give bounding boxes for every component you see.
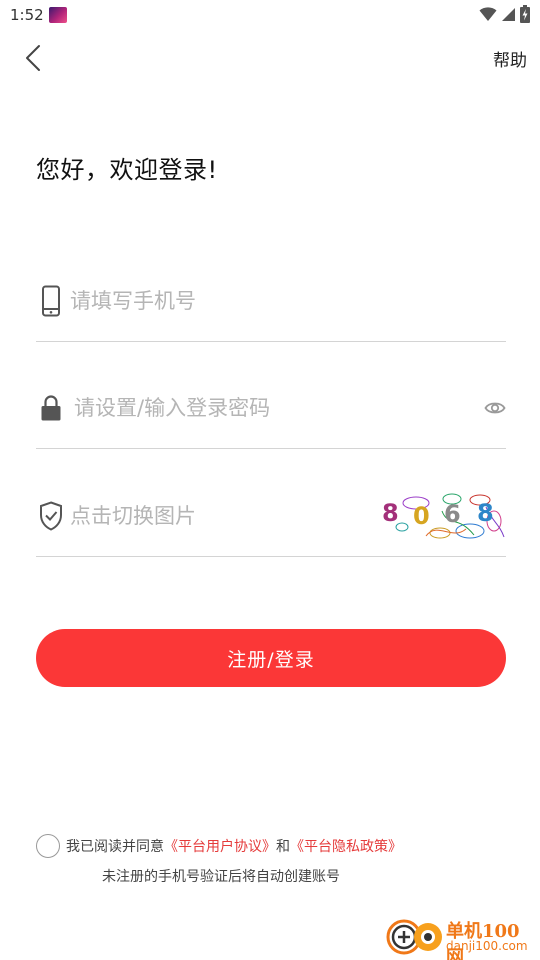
watermark-site: danji100.com <box>446 939 528 953</box>
agreement-and: 和 <box>276 839 290 855</box>
page-title: 您好，欢迎登录! <box>36 156 218 184</box>
lock-icon <box>38 391 64 425</box>
agreement-text: 我已阅读并同意《平台用户协议》和《平台隐私政策》 <box>66 836 402 856</box>
register-login-button[interactable]: 注册/登录 <box>36 629 506 687</box>
help-link[interactable]: 帮助 <box>493 46 527 71</box>
captcha-digit: 8 <box>477 499 494 527</box>
status-icons <box>479 5 530 23</box>
nav-bar: 帮助 <box>0 34 540 82</box>
password-input[interactable] <box>74 389 434 427</box>
platform-agreement-link[interactable]: 《平台用户协议》 <box>164 839 276 855</box>
captcha-digit: 6 <box>444 500 461 528</box>
status-bar: 1:52 <box>0 0 540 30</box>
agree-checkbox[interactable] <box>36 834 60 858</box>
wifi-icon <box>479 7 497 21</box>
phone-input[interactable] <box>70 282 430 320</box>
captcha-field: 8 0 6 8 <box>36 493 506 557</box>
auto-register-note: 未注册的手机号验证后将自动创建账号 <box>102 869 340 885</box>
chevron-left-icon <box>26 45 40 71</box>
eye-icon[interactable] <box>484 397 506 419</box>
captcha-input[interactable] <box>70 497 430 535</box>
captcha-digit: 8 <box>382 499 399 527</box>
captcha-digit: 0 <box>413 502 430 530</box>
app-thumbnail-icon <box>49 7 67 23</box>
watermark-logo-icon <box>386 919 442 955</box>
watermark: 单机100网 danji100.com <box>384 915 534 960</box>
captcha-image[interactable]: 8 0 6 8 <box>382 491 506 543</box>
agreement-prefix: 我已阅读并同意 <box>66 839 164 855</box>
phone-field <box>36 282 506 342</box>
password-field <box>36 389 506 449</box>
phone-icon <box>38 284 64 318</box>
signal-icon <box>502 8 515 21</box>
privacy-policy-link[interactable]: 《平台隐私政策》 <box>290 839 402 855</box>
battery-charging-icon <box>520 5 530 23</box>
status-time: 1:52 <box>10 6 44 24</box>
shield-check-icon <box>38 499 64 533</box>
back-button[interactable] <box>18 42 48 74</box>
